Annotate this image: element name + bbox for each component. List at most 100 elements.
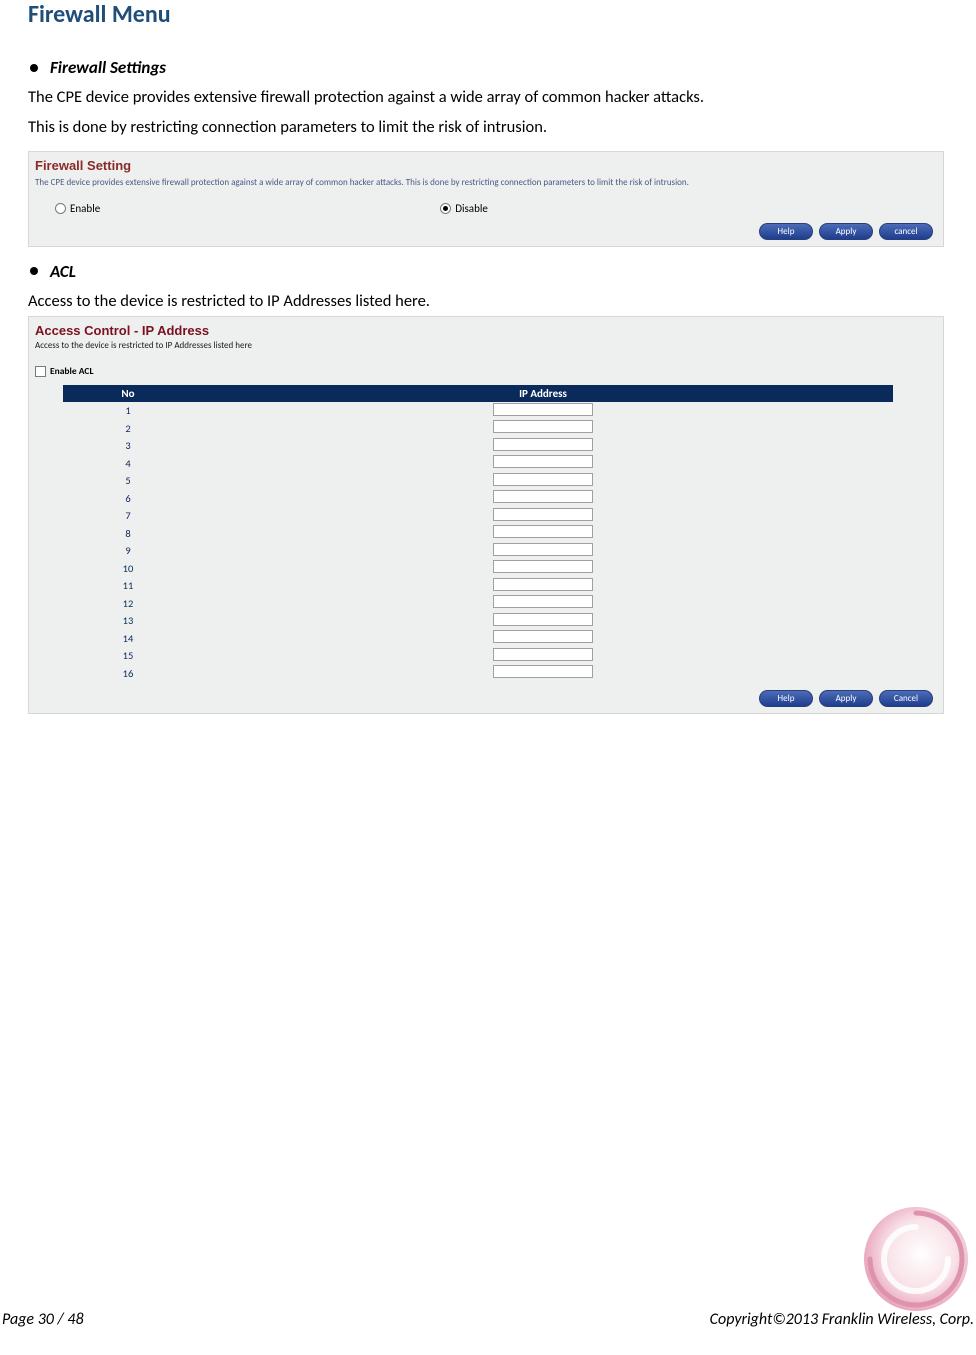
no-cell: 12 (63, 595, 193, 613)
ip-cell (193, 647, 893, 665)
no-cell: 6 (63, 490, 193, 508)
radio-icon[interactable] (440, 203, 451, 214)
no-cell: 11 (63, 577, 193, 595)
radio-icon[interactable] (55, 203, 66, 214)
ip-input[interactable] (493, 595, 593, 608)
ip-cell (193, 612, 893, 630)
logo-swirl-icon (856, 1199, 976, 1319)
panel-title: Firewall Setting (29, 152, 943, 177)
enable-acl-label: Enable ACL (50, 365, 93, 377)
no-cell: 1 (63, 402, 193, 420)
no-cell: 7 (63, 507, 193, 525)
button-row: Help Apply Cancel (29, 682, 943, 713)
ip-input[interactable] (493, 438, 593, 451)
ip-cell (193, 577, 893, 595)
col-header-ip: IP Address (193, 385, 893, 402)
ip-cell (193, 437, 893, 455)
ip-input[interactable] (493, 508, 593, 521)
table-row: 2 (63, 420, 893, 438)
table-row: 8 (63, 525, 893, 543)
table-row: 10 (63, 560, 893, 578)
table-row: 16 (63, 665, 893, 683)
ip-input[interactable] (493, 403, 593, 416)
ip-input[interactable] (493, 560, 593, 573)
table-row: 7 (63, 507, 893, 525)
ip-input[interactable] (493, 613, 593, 626)
table-row: 5 (63, 472, 893, 490)
ip-input[interactable] (493, 665, 593, 678)
cancel-button[interactable]: cancel (879, 223, 933, 240)
panel-title: Access Control - IP Address (29, 317, 943, 340)
ip-cell (193, 490, 893, 508)
table-row: 14 (63, 630, 893, 648)
no-cell: 16 (63, 665, 193, 683)
disable-radio-group[interactable]: Disable (440, 202, 488, 215)
body-text: The CPE device provides extensive firewa… (28, 84, 944, 110)
ip-cell (193, 402, 893, 420)
page-footer: Page 30 / 48 Copyright©2013 Franklin Wir… (0, 1310, 976, 1329)
section-heading-acl: ACL (28, 261, 944, 282)
table-row: 9 (63, 542, 893, 560)
ip-cell (193, 595, 893, 613)
help-button[interactable]: Help (759, 690, 813, 707)
bullet-icon (30, 267, 38, 275)
table-row: 1 (63, 402, 893, 420)
page-title: Firewall Menu (28, 0, 944, 29)
ip-cell (193, 420, 893, 438)
no-cell: 14 (63, 630, 193, 648)
ip-input[interactable] (493, 578, 593, 591)
table-row: 3 (63, 437, 893, 455)
ip-cell (193, 630, 893, 648)
table-row: 13 (63, 612, 893, 630)
no-cell: 2 (63, 420, 193, 438)
enable-acl-checkbox[interactable] (35, 366, 46, 377)
ip-input[interactable] (493, 525, 593, 538)
ip-cell (193, 560, 893, 578)
ip-cell (193, 525, 893, 543)
section-heading-firewall-settings: Firewall Settings (28, 57, 944, 78)
enable-radio-group[interactable]: Enable (55, 202, 100, 215)
apply-button[interactable]: Apply (819, 690, 873, 707)
panel-description: The CPE device provides extensive firewa… (29, 177, 943, 198)
ip-input[interactable] (493, 630, 593, 643)
ip-cell (193, 542, 893, 560)
table-row: 11 (63, 577, 893, 595)
panel-description: Access to the device is restricted to IP… (29, 340, 943, 365)
firewall-setting-panel: Firewall Setting The CPE device provides… (28, 151, 944, 247)
table-row: 15 (63, 647, 893, 665)
no-cell: 8 (63, 525, 193, 543)
acl-panel: Access Control - IP Address Access to th… (28, 316, 944, 714)
help-button[interactable]: Help (759, 223, 813, 240)
section-heading-label: ACL (50, 261, 76, 282)
body-text: This is done by restricting connection p… (28, 114, 944, 140)
no-cell: 13 (63, 612, 193, 630)
body-text: Access to the device is restricted to IP… (28, 288, 944, 314)
no-cell: 10 (63, 560, 193, 578)
ip-input[interactable] (493, 473, 593, 486)
ip-input[interactable] (493, 490, 593, 503)
cancel-button[interactable]: Cancel (879, 690, 933, 707)
ip-input[interactable] (493, 543, 593, 556)
table-row: 6 (63, 490, 893, 508)
table-row: 12 (63, 595, 893, 613)
ip-cell (193, 507, 893, 525)
bullet-icon (30, 64, 38, 72)
copyright-text: Copyright©2013 Franklin Wireless, Corp. (710, 1310, 974, 1329)
section-heading-label: Firewall Settings (50, 57, 166, 78)
ip-input[interactable] (493, 648, 593, 661)
acl-table: No IP Address 12345678910111213141516 (63, 385, 893, 682)
apply-button[interactable]: Apply (819, 223, 873, 240)
ip-cell (193, 455, 893, 473)
enable-acl-row: Enable ACL (29, 365, 943, 385)
no-cell: 3 (63, 437, 193, 455)
firewall-radio-row: Enable Disable (29, 198, 943, 219)
no-cell: 15 (63, 647, 193, 665)
radio-label: Disable (455, 202, 488, 215)
ip-cell (193, 665, 893, 683)
no-cell: 4 (63, 455, 193, 473)
ip-cell (193, 472, 893, 490)
ip-input[interactable] (493, 420, 593, 433)
ip-input[interactable] (493, 455, 593, 468)
col-header-no: No (63, 385, 193, 402)
no-cell: 5 (63, 472, 193, 490)
